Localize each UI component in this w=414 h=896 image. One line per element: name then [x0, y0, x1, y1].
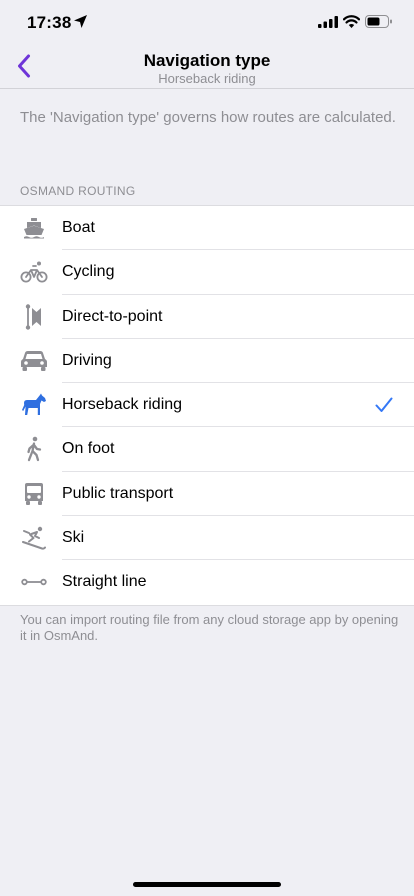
page-title: Navigation type — [143, 51, 271, 70]
pedestrian-icon — [20, 436, 48, 462]
list-item-label: Boat — [62, 219, 95, 236]
home-indicator[interactable] — [133, 882, 281, 887]
list-item-boat[interactable]: Boat — [0, 206, 414, 251]
boat-icon — [20, 215, 48, 241]
navigation-bar: Navigation type Horseback riding — [0, 44, 414, 89]
list-item-driving[interactable]: Driving — [0, 339, 414, 384]
battery-icon — [365, 15, 392, 28]
list-item-horseback-riding[interactable]: Horseback riding — [0, 383, 414, 428]
cellular-signal-icon — [318, 16, 338, 28]
page-subtitle: Horseback riding — [158, 71, 256, 86]
list-item-label: Cycling — [62, 263, 115, 281]
ski-icon — [20, 525, 48, 551]
list-item-label: Horseback riding — [62, 396, 183, 414]
description-text: The 'Navigation type' governs how routes… — [20, 109, 396, 126]
list-item-label: Direct-to-point — [62, 307, 163, 325]
footer-note: You can import routing file from any clo… — [20, 612, 399, 643]
list-item-label: Straight line — [62, 573, 147, 591]
list-item-label: On foot — [62, 440, 115, 458]
list-item-straight-line[interactable]: Straight line — [0, 560, 414, 604]
status-bar: 17:38 — [0, 0, 414, 44]
list-item-label: Public transport — [62, 484, 174, 502]
section-header: OSMAND ROUTING — [20, 184, 136, 198]
list-item-public-transport[interactable]: Public transport — [0, 472, 414, 517]
list-item-on-foot[interactable]: On foot — [0, 427, 414, 472]
list-item-label: Ski — [62, 529, 85, 547]
bicycle-icon — [20, 259, 48, 285]
location-arrow-icon — [74, 15, 87, 28]
wifi-icon — [343, 15, 360, 28]
direct-to-point-icon — [20, 303, 48, 330]
bus-icon — [20, 481, 48, 507]
list-item-ski[interactable]: Ski — [0, 516, 414, 561]
checkmark-icon — [375, 397, 393, 413]
straight-line-icon — [20, 569, 48, 595]
status-time: 17:38 — [27, 13, 72, 32]
list-item-label: Driving — [62, 351, 112, 369]
routing-type-list: Boat Cycling Direct-to-point Driving Hor… — [0, 205, 414, 606]
horse-icon — [20, 392, 48, 418]
list-item-direct-to-point[interactable]: Direct-to-point — [0, 295, 414, 339]
car-icon — [20, 348, 48, 374]
list-item-cycling[interactable]: Cycling — [0, 250, 414, 295]
